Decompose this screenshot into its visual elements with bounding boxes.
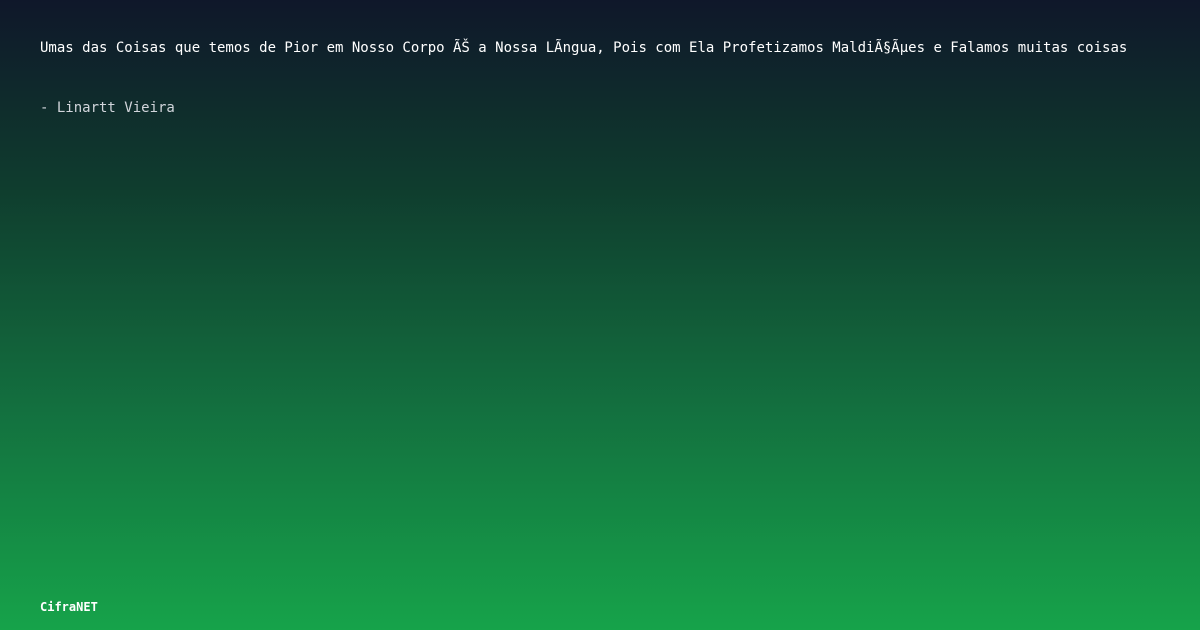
- quote-text: Umas das Coisas que temos de Pior em Nos…: [40, 40, 1128, 56]
- brand-name: CifraNET: [40, 600, 98, 614]
- quote-author: - Linartt Vieira: [40, 100, 175, 116]
